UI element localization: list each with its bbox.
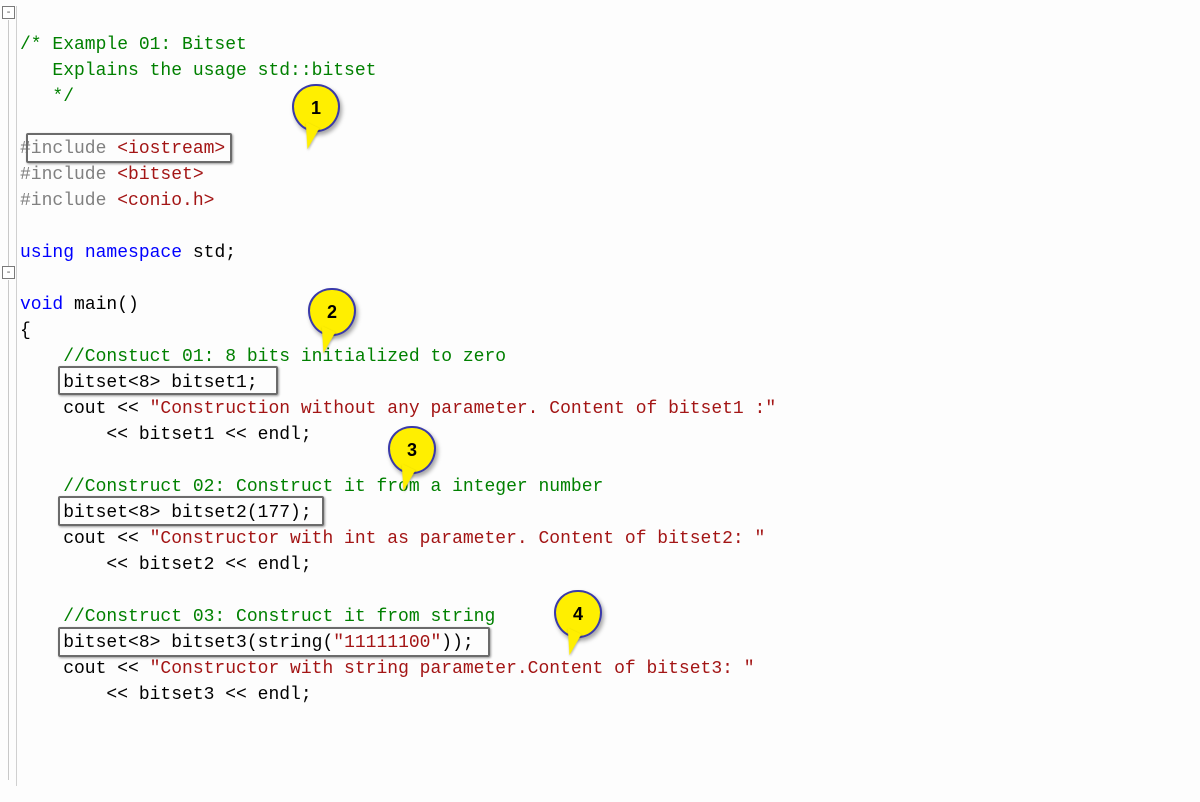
callout-4-label: 4 bbox=[573, 601, 583, 627]
callout-2: 2 bbox=[308, 288, 356, 336]
open-brace: { bbox=[20, 321, 31, 341]
main-sig: void main() bbox=[20, 295, 139, 315]
cout-2b: << bitset2 << endl; bbox=[20, 555, 312, 575]
fold-toggle-top[interactable]: - bbox=[2, 6, 15, 19]
scope-line-2 bbox=[8, 280, 9, 780]
callout-3: 3 bbox=[388, 426, 436, 474]
callout-1-label: 1 bbox=[311, 95, 321, 121]
code-editor-screenshot: - - /* Example 01: Bitset Explains the u… bbox=[0, 0, 1200, 802]
comment-construct-02: //Construct 02: Construct it from a inte… bbox=[20, 477, 603, 497]
cout-3b: << bitset3 << endl; bbox=[20, 685, 312, 705]
include-1: #include <iostream> bbox=[20, 139, 225, 159]
fold-gutter: - - bbox=[2, 6, 17, 786]
callout-2-label: 2 bbox=[327, 299, 337, 325]
callout-3-label: 3 bbox=[407, 437, 417, 463]
stmt-bitset3: bitset<8> bitset3(string("11111100")); bbox=[20, 633, 474, 653]
source-code: /* Example 01: Bitset Explains the usage… bbox=[20, 6, 776, 734]
comment-construct-03: //Construct 03: Construct it from string bbox=[20, 607, 495, 627]
cout-1a: cout << "Construction without any parame… bbox=[20, 399, 776, 419]
include-3: #include <conio.h> bbox=[20, 191, 214, 211]
cout-3a: cout << "Constructor with string paramet… bbox=[20, 659, 755, 679]
scope-line-1 bbox=[8, 20, 9, 266]
fold-toggle-main[interactable]: - bbox=[2, 266, 15, 279]
cout-2a: cout << "Constructor with int as paramet… bbox=[20, 529, 765, 549]
callout-4: 4 bbox=[554, 590, 602, 638]
stmt-bitset1: bitset<8> bitset1; bbox=[20, 373, 258, 393]
using-decl: using namespace std; bbox=[20, 243, 236, 263]
include-2: #include <bitset> bbox=[20, 165, 204, 185]
comment-construct-01: //Constuct 01: 8 bits initialized to zer… bbox=[20, 347, 506, 367]
callout-1: 1 bbox=[292, 84, 340, 132]
stmt-bitset2: bitset<8> bitset2(177); bbox=[20, 503, 312, 523]
cout-1b: << bitset1 << endl; bbox=[20, 425, 312, 445]
